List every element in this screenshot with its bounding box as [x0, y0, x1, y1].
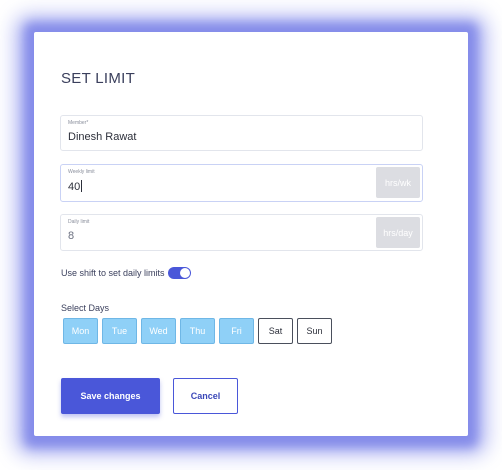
day-sat-button[interactable]: Sat	[258, 318, 293, 344]
day-thu-button[interactable]: Thu	[180, 318, 215, 344]
save-changes-button[interactable]: Save changes	[61, 378, 160, 414]
weekly-limit-input[interactable]: 40	[68, 180, 83, 193]
weekly-limit-label: Weekly limit	[68, 169, 95, 175]
day-mon-button[interactable]: Mon	[63, 318, 98, 344]
member-value: Dinesh Rawat	[68, 131, 137, 143]
weekly-unit-suffix: hrs/wk	[376, 167, 420, 198]
set-limit-dialog: SET LIMIT Member* Dinesh Rawat Weekly li…	[34, 32, 468, 436]
day-wed-button[interactable]: Wed	[141, 318, 176, 344]
daily-unit-suffix: hrs/day	[376, 217, 420, 248]
dialog-title: SET LIMIT	[61, 70, 136, 87]
day-sun-button[interactable]: Sun	[297, 318, 332, 344]
shift-toggle-switch[interactable]	[167, 267, 191, 279]
cancel-button[interactable]: Cancel	[173, 378, 238, 414]
day-fri-button[interactable]: Fri	[219, 318, 254, 344]
toggle-knob	[179, 268, 190, 278]
daily-limit-field[interactable]: Daily limit 8 hrs/day	[60, 214, 423, 251]
day-tue-button[interactable]: Tue	[102, 318, 137, 344]
text-caret	[81, 180, 83, 192]
day-selector: Mon Tue Wed Thu Fri Sat Sun	[63, 318, 332, 344]
shift-toggle-row: Use shift to set daily limits	[61, 267, 191, 279]
weekly-limit-field[interactable]: Weekly limit 40 hrs/wk	[60, 164, 423, 202]
daily-limit-input[interactable]: 8	[68, 230, 74, 242]
member-field[interactable]: Member* Dinesh Rawat	[60, 115, 423, 151]
daily-limit-label: Daily limit	[68, 219, 90, 225]
member-label: Member*	[68, 120, 89, 126]
shift-toggle-label: Use shift to set daily limits	[61, 268, 165, 278]
select-days-label: Select Days	[61, 303, 110, 313]
